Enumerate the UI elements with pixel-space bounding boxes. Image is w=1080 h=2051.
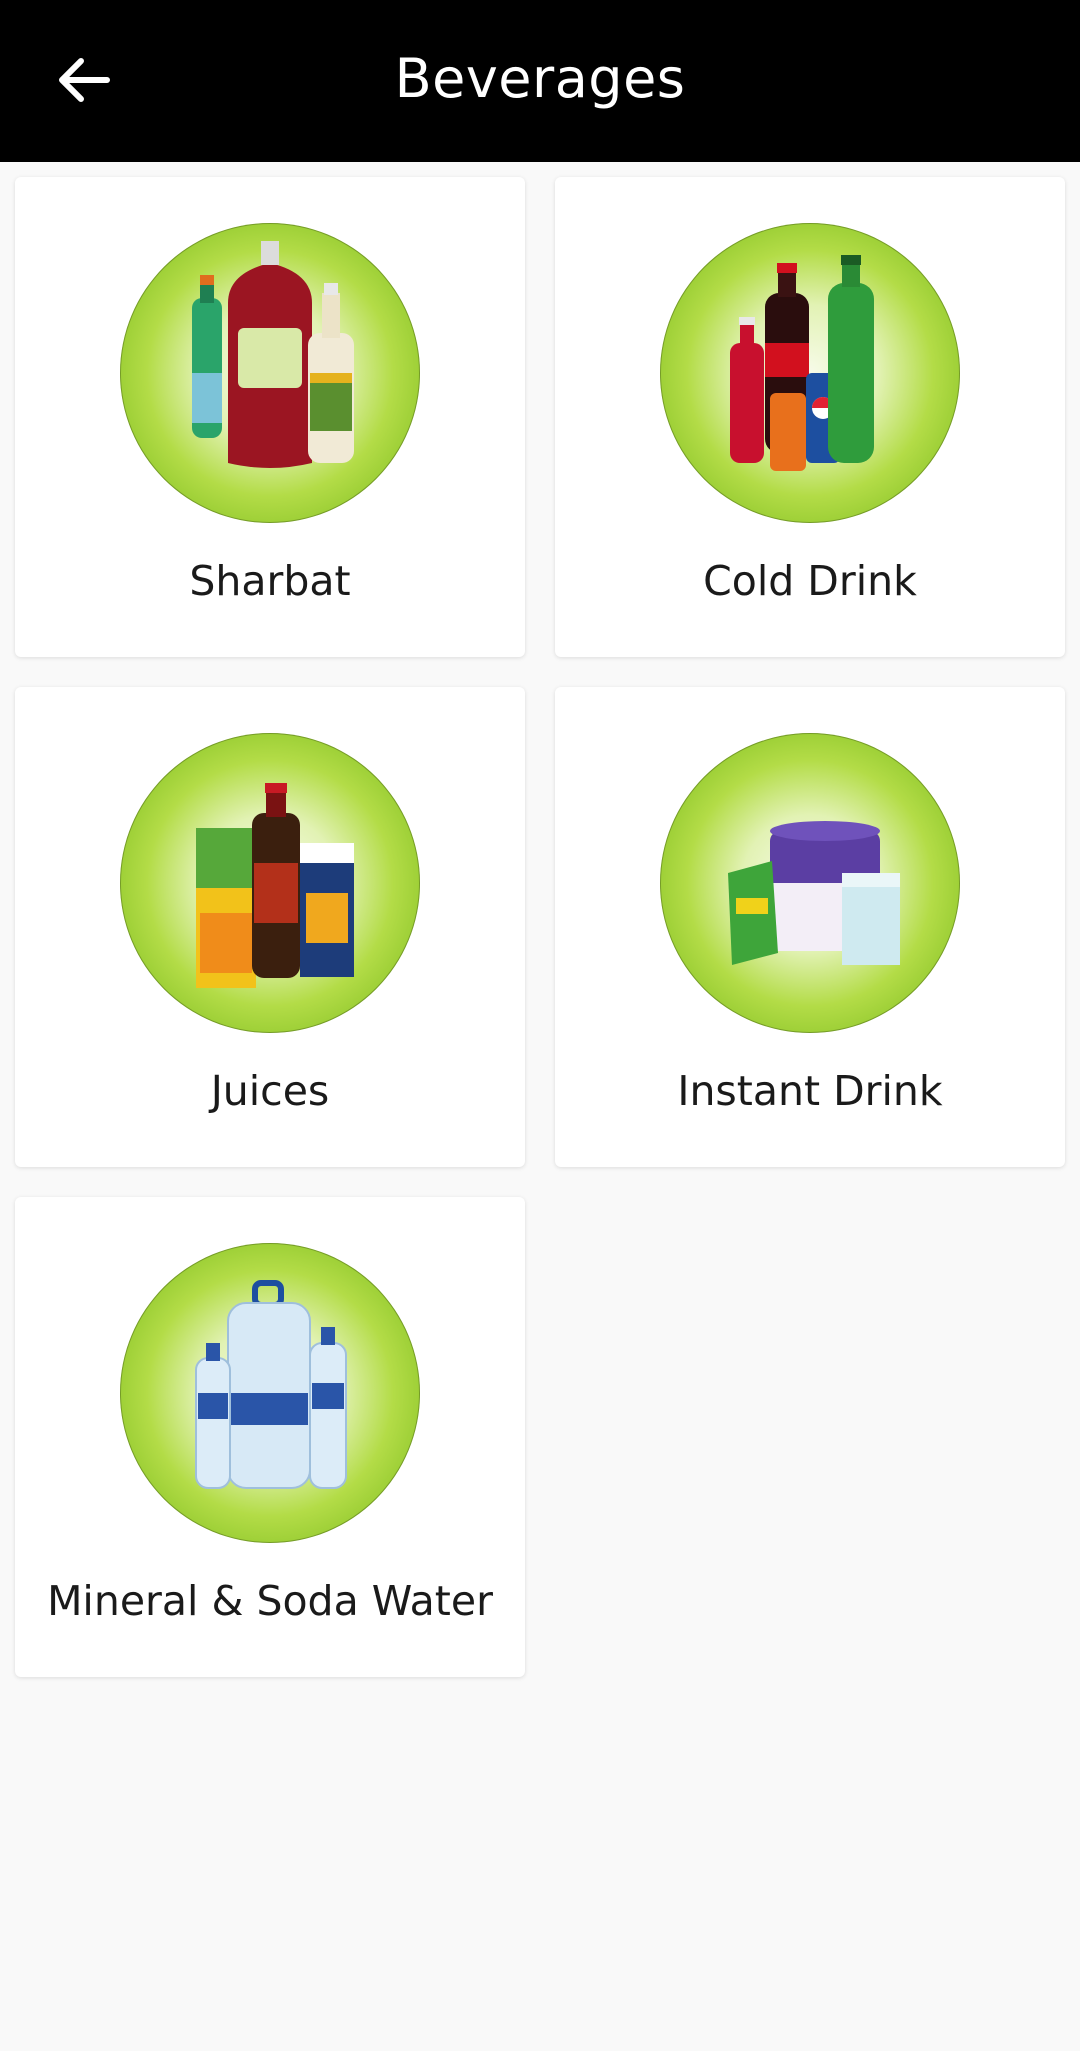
category-label: Sharbat — [189, 557, 351, 605]
water-bottles-image — [120, 1243, 420, 1543]
category-card-sharbat[interactable]: Sharbat — [15, 177, 525, 657]
category-card-juices[interactable]: Juices — [15, 687, 525, 1167]
app-bar: Beverages — [0, 0, 1080, 162]
category-card-instant-drink[interactable]: Instant Drink — [555, 687, 1065, 1167]
category-label: Instant Drink — [677, 1067, 943, 1115]
instant-drink-packs-image — [660, 733, 960, 1033]
category-card-mineral-soda-water[interactable]: Mineral & Soda Water — [15, 1197, 525, 1677]
sharbat-bottles-image — [120, 223, 420, 523]
category-label: Mineral & Soda Water — [47, 1577, 493, 1625]
page-title: Beverages — [394, 47, 686, 110]
category-card-cold-drink[interactable]: Cold Drink — [555, 177, 1065, 657]
cold-drink-bottles-image — [660, 223, 960, 523]
category-label: Juices — [210, 1067, 330, 1115]
category-label: Cold Drink — [703, 557, 917, 605]
juice-packs-image — [120, 733, 420, 1033]
